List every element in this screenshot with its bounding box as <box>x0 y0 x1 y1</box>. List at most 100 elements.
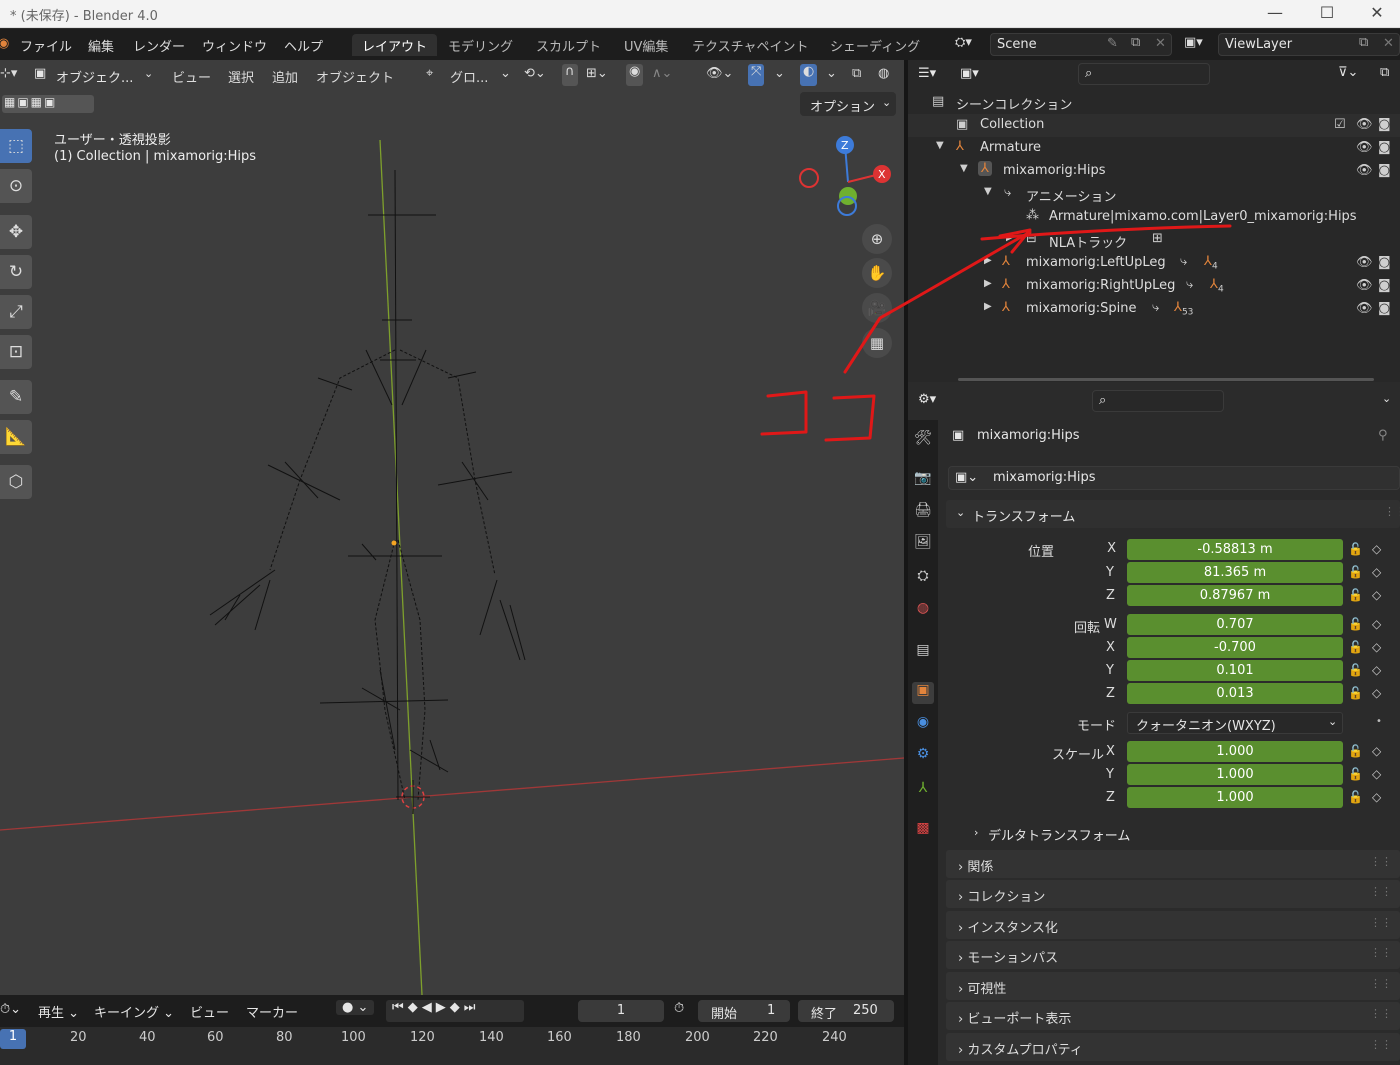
keyframe-icon[interactable]: ◇ <box>1372 588 1381 602</box>
keyframe-icon[interactable]: ◇ <box>1372 617 1381 631</box>
view-layer-tab-icon[interactable]: 🖼 <box>912 534 934 556</box>
outliner-row-leftupleg[interactable]: ▶ ⅄ mixamorig:LeftUpLeg ⤷ ⅄4 👁 ◙ <box>908 252 1400 275</box>
play-icon[interactable]: ▶ <box>436 1000 450 1015</box>
armature-data-tab-icon[interactable]: ⅄ <box>912 780 934 802</box>
display-mode-icon[interactable]: ▣▾ <box>960 66 979 81</box>
lock-icon[interactable]: 🔓 <box>1348 686 1363 700</box>
menu-edit[interactable]: 編集 <box>88 36 114 55</box>
drag-handle-icon[interactable]: ⋮⋮ <box>1384 505 1400 518</box>
keyframe-icon[interactable]: ◇ <box>1372 663 1381 677</box>
properties-search-input[interactable]: ⌕ <box>1092 390 1224 412</box>
eye-icon[interactable]: 👁 <box>1356 278 1373 293</box>
expand-arrow-icon[interactable]: ▶ <box>984 278 992 289</box>
wireframe-shading-icon[interactable]: ◍ <box>878 66 889 88</box>
tab-sculpt[interactable]: スカルプト <box>526 34 611 56</box>
panel-viewport-display[interactable]: › ビューポート表示 ⋮⋮ <box>946 1002 1400 1030</box>
zoom-icon[interactable]: ⊕ <box>862 224 892 254</box>
play-reverse-icon[interactable]: ◀ <box>422 1000 436 1015</box>
pin-icon[interactable]: ⚲ <box>1378 428 1388 443</box>
visibility-icon[interactable]: 👁⌄ <box>706 66 733 88</box>
menu-view[interactable]: ビュー <box>172 67 211 89</box>
close-icon[interactable]: ✕ <box>1354 2 1400 26</box>
checkbox-icon[interactable]: ☑ <box>1334 117 1346 132</box>
remove-scene-icon[interactable]: ✕ <box>1155 36 1166 51</box>
playhead[interactable]: 1 <box>0 1029 26 1049</box>
panel-visibility[interactable]: › 可視性 ⋮⋮ <box>946 972 1400 1000</box>
outliner-row-animation[interactable]: ▼ ⤷ アニメーション <box>908 183 1400 206</box>
cursor-tool-icon[interactable]: ⊙ <box>0 169 32 203</box>
outliner-row-scene-collection[interactable]: ▤ シーンコレクション <box>908 91 1400 114</box>
tab-texture-paint[interactable]: テクスチャペイント <box>682 34 818 56</box>
tab-shading[interactable]: シェーディング <box>820 34 930 56</box>
orientation-icon[interactable]: ⌖ <box>426 66 433 88</box>
eye-icon[interactable]: 👁 <box>1356 140 1373 155</box>
snap-target-icon[interactable]: ⊞⌄ <box>586 66 608 88</box>
menu-render[interactable]: レンダー <box>133 36 185 55</box>
lock-icon[interactable]: 🔓 <box>1348 565 1363 579</box>
outliner-row-action[interactable]: ⁂ Armature|mixamo.com|Layer0_mixamorig:H… <box>908 206 1400 229</box>
keyframe-icon[interactable]: ◇ <box>1372 767 1381 781</box>
blender-logo-icon[interactable]: ◉ <box>0 36 9 51</box>
modifier-tab-icon[interactable]: ◉ <box>912 714 934 736</box>
keying-menu[interactable]: キーイング ⌄ <box>94 1002 174 1021</box>
timeline-ruler[interactable]: 1 20 40 60 80 100 120 140 160 180 200 22… <box>0 1027 904 1065</box>
lock-icon[interactable]: 🔓 <box>1348 790 1363 804</box>
delta-transform-subpanel[interactable]: › デルタトランスフォーム <box>962 824 1382 844</box>
menu-object[interactable]: オブジェクト <box>316 67 394 89</box>
annotate-tool-icon[interactable]: ✎ <box>0 380 32 414</box>
playback-menu[interactable]: 再生 ⌄ <box>38 1002 79 1021</box>
object-name-field[interactable]: ▣⌄ mixamorig:Hips <box>948 466 1400 490</box>
constraint-tab-icon[interactable]: ⚙ <box>912 746 934 768</box>
panel-relations[interactable]: › 関係 ⋮⋮ <box>946 850 1400 878</box>
output-tab-icon[interactable]: 🖨 <box>912 502 934 524</box>
lock-icon[interactable]: 🔓 <box>1348 588 1363 602</box>
start-frame-field[interactable]: 開始 1 <box>698 1000 790 1022</box>
view-layer-selector[interactable]: ViewLayer ⧉ ✕ <box>1218 33 1400 56</box>
eye-icon[interactable]: 👁 <box>1356 301 1373 316</box>
filter-icon[interactable]: ⊽⌄ <box>1338 65 1358 80</box>
outliner-row-nla[interactable]: ▶ ⊟ NLAトラック ⊞ <box>908 229 1400 252</box>
location-z-field[interactable]: 0.87967 m <box>1127 585 1343 606</box>
eye-icon[interactable]: 👁 <box>1356 163 1373 178</box>
expand-arrow-icon[interactable]: ▼ <box>936 140 944 151</box>
maximize-icon[interactable]: ☐ <box>1304 2 1350 26</box>
texture-tab-icon[interactable]: ▩ <box>912 820 934 842</box>
menu-add[interactable]: 追加 <box>272 67 298 89</box>
lock-icon[interactable]: 🔓 <box>1348 640 1363 654</box>
pivot-icon[interactable]: ⟲⌄ <box>524 66 546 88</box>
selection-mode-icons[interactable]: ▦▣▦▣ <box>2 95 94 113</box>
snap-icon[interactable]: ∩ <box>562 64 578 86</box>
keyframe-dot-icon[interactable]: • <box>1376 716 1382 727</box>
new-view-layer-icon[interactable]: ⧉ <box>1359 35 1368 50</box>
scale-z-field[interactable]: 1.000 <box>1127 787 1343 808</box>
rotation-z-field[interactable]: 0.013 <box>1127 683 1343 704</box>
eye-icon[interactable]: 👁 <box>1356 255 1373 270</box>
location-x-field[interactable]: -0.58813 m <box>1127 539 1343 560</box>
outliner-row-hips[interactable]: ▼ ⅄ mixamorig:Hips 👁 ◙ <box>908 160 1400 183</box>
outliner-editor-icon[interactable]: ☰▾ <box>918 66 936 81</box>
next-keyframe-icon[interactable]: ◆ <box>450 1000 464 1015</box>
new-scene-icon[interactable]: ⧉ <box>1131 35 1140 50</box>
camera-render-icon[interactable]: ◙ <box>1378 301 1391 316</box>
scale-tool-icon[interactable]: ⤢ <box>0 295 32 329</box>
keyframe-icon[interactable]: ◇ <box>1372 790 1381 804</box>
drag-handle-icon[interactable]: ⋮⋮ <box>1370 1038 1392 1051</box>
record-icon[interactable]: ● ⌄ <box>336 1000 375 1015</box>
expand-arrow-icon[interactable]: ▶ <box>984 301 992 312</box>
eye-icon[interactable]: 👁 <box>1356 117 1373 132</box>
rotation-w-field[interactable]: 0.707 <box>1127 614 1343 635</box>
playback-controls[interactable]: ⏮◆◀▶◆⏭ <box>386 1000 524 1022</box>
drag-handle-icon[interactable]: ⋮⋮ <box>1370 946 1392 959</box>
transform-panel-header[interactable]: ⌄ トランスフォーム ⋮⋮ <box>946 500 1400 528</box>
location-y-field[interactable]: 81.365 m <box>1127 562 1343 583</box>
chevron-down-icon[interactable]: ⌄ <box>826 66 837 88</box>
outliner-search-input[interactable]: ⌕ <box>1078 63 1210 85</box>
keyframe-icon[interactable]: ◇ <box>1372 542 1381 556</box>
drag-handle-icon[interactable]: ⋮⋮ <box>1370 916 1392 929</box>
expand-arrow-icon[interactable]: ▶ <box>984 255 992 266</box>
gizmo-toggle-icon[interactable]: ⤧ <box>748 64 765 86</box>
proportional-edit-icon[interactable]: ◉ <box>626 64 644 86</box>
outliner-row-armature[interactable]: ▼ ⅄ Armature 👁 ◙ <box>908 137 1400 160</box>
scale-y-field[interactable]: 1.000 <box>1127 764 1343 785</box>
prev-keyframe-icon[interactable]: ◆ <box>408 1000 422 1015</box>
